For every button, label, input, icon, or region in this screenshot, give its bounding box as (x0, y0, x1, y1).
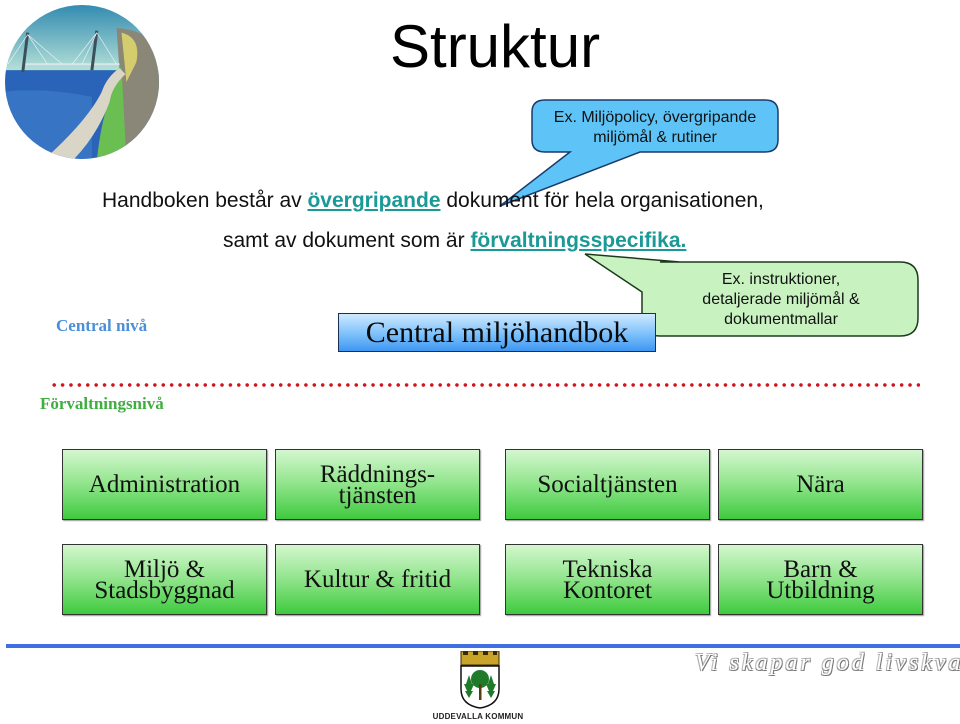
callout-2-line-2: detaljerade miljömål & (702, 291, 860, 308)
callout-1-line-2: miljömål & rutiner (593, 129, 717, 146)
level-label-central: Central nivå (56, 316, 148, 335)
intro-line-1: Handboken består av övergripande dokumen… (102, 187, 764, 215)
callout-2-line-3: dokumentmallar (724, 311, 838, 328)
intro-period: . (680, 229, 687, 252)
department-label: Kontoret (563, 576, 652, 604)
department-box-tekniska-kontoret[interactable]: Tekniska Kontoret (505, 544, 710, 615)
department-label: Socialtjänsten (537, 471, 678, 498)
department-box-raddningstjansten[interactable]: Räddnings-tjänsten (275, 449, 480, 520)
department-box-barn-utbildning[interactable]: Barn & Utbildning (718, 544, 923, 615)
intro-text: Handboken består av (102, 189, 308, 212)
department-label: Utbildning (766, 576, 875, 604)
department-box-miljo-stadsbyggnad[interactable]: Miljö & Stadsbyggnad (62, 544, 267, 615)
crest-caption: UDDEVALLA KOMMUN (432, 712, 524, 721)
footer-divider (6, 644, 960, 648)
callout-2-text: Ex. instruktioner, detaljerade miljömål … (650, 270, 912, 330)
department-box-kultur-fritid[interactable]: Kultur & fritid (275, 544, 480, 615)
intro-text: dokument för hela organisationen, (440, 189, 764, 212)
bridge-illustration (4, 4, 160, 160)
department-box-socialtjansten[interactable]: Socialtjänsten (505, 449, 710, 520)
department-label: Administration (88, 471, 241, 498)
central-handbook-box[interactable]: Central miljöhandbok (338, 313, 656, 352)
callout-2-line-1: Ex. instruktioner, (721, 271, 841, 288)
department-label: Kultur & fritid (303, 566, 452, 593)
department-label: Stadsbyggnad (94, 576, 235, 604)
department-label: tjänsten (338, 481, 417, 509)
level-label-forvaltning: Förvaltningsnivå (40, 394, 164, 413)
department-label: Nära (796, 471, 845, 498)
intro-text: samt av dokument som är (223, 229, 471, 252)
callout-1-line-1: Ex. Miljöpolicy, övergripande (553, 109, 757, 126)
link-forvaltningsspecifika[interactable]: förvaltningsspecifika (470, 229, 680, 252)
callout-1-text: Ex. Miljöpolicy, övergripande miljömål &… (532, 108, 778, 148)
department-box-nara[interactable]: Nära (718, 449, 923, 520)
footer-slogan: Vi skapar god livskvalitet (695, 650, 960, 676)
link-overgripande[interactable]: övergripande (307, 189, 440, 212)
municipal-crest-icon (460, 651, 500, 709)
department-box-administration[interactable]: Administration (62, 449, 267, 520)
intro-line-2: samt av dokument som är förvaltningsspec… (223, 227, 686, 255)
slide-title: Struktur (390, 13, 601, 80)
level-divider (50, 383, 920, 387)
